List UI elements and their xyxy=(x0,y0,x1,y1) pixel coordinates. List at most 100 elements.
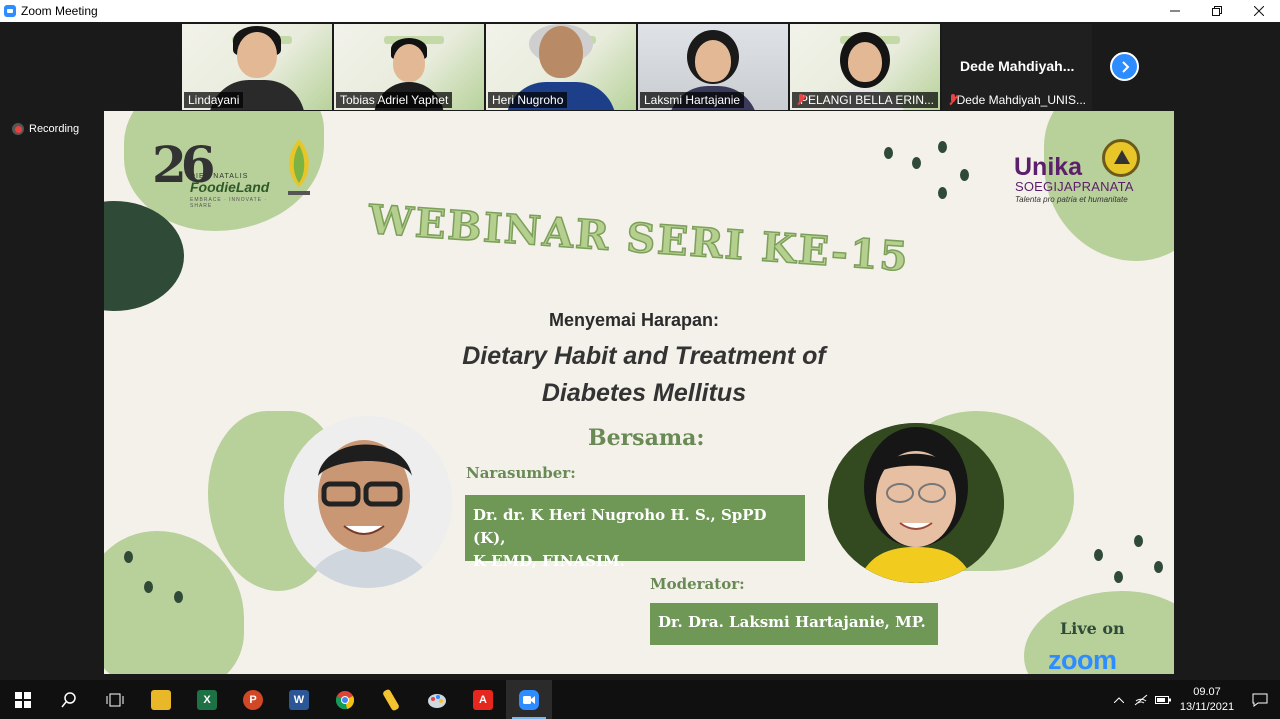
paint-icon xyxy=(428,693,446,708)
network-button[interactable] xyxy=(1130,680,1152,719)
logo-subname: SOEGIJAPRANATA xyxy=(1015,179,1134,194)
participant-name: Tobias Adriel Yaphet xyxy=(336,92,453,108)
recording-indicator[interactable]: Recording xyxy=(12,123,79,135)
speaker-photo xyxy=(284,416,452,588)
search-button[interactable] xyxy=(46,680,92,719)
shared-screen: 26 DIES NATALIS FoodieLand EMBRACE · INN… xyxy=(104,111,1174,674)
decorative-dot xyxy=(938,187,947,199)
minimize-button[interactable] xyxy=(1154,0,1196,22)
participant-name: Dede Mahdiyah_UNIS... xyxy=(944,92,1090,108)
wifi-icon xyxy=(1134,694,1148,705)
word-icon: W xyxy=(289,689,309,710)
chevron-right-icon xyxy=(1121,60,1129,73)
notification-icon xyxy=(1252,693,1268,707)
decorative-dot xyxy=(884,147,893,159)
sticky-app-icon xyxy=(382,687,400,712)
moderator-box: Dr. Dra. Laksmi Hartajanie, MP. xyxy=(650,603,938,645)
participant-face xyxy=(539,26,583,78)
decorative-dot xyxy=(174,591,183,603)
participant-face xyxy=(848,42,882,82)
chrome-button[interactable] xyxy=(322,680,368,719)
search-icon xyxy=(61,691,76,707)
live-on-label: Live on xyxy=(1060,619,1125,638)
participant-name: Heri Nugroho xyxy=(488,92,568,108)
start-icon xyxy=(15,691,31,708)
bersama-heading: Bersama: xyxy=(588,425,705,451)
slide-subtitle: Menyemai Harapan: xyxy=(548,310,720,330)
next-page-button[interactable] xyxy=(1110,52,1139,81)
task-view-icon xyxy=(106,693,124,706)
powerpoint-button[interactable]: P xyxy=(230,680,276,719)
acrobat-button[interactable]: A xyxy=(460,680,506,719)
logo-name: Unika xyxy=(1014,153,1083,181)
chevron-up-icon xyxy=(1114,696,1124,703)
decorative-dot xyxy=(912,157,921,169)
window-controls xyxy=(1154,0,1280,22)
excel-button[interactable]: X xyxy=(184,680,230,719)
meeting-area: Lindayani Tobias Adriel Yaphet Heri Nugr… xyxy=(0,22,1280,680)
close-icon xyxy=(1254,6,1264,16)
participant-video[interactable]: Lindayani xyxy=(182,24,332,110)
university-seal-icon xyxy=(1102,139,1140,177)
participant-name: PELANGI BELLA ERIN... xyxy=(792,92,938,108)
participant-name: Lindayani xyxy=(184,92,244,108)
battery-icon xyxy=(1155,695,1171,704)
participant-display-name: Dede Mahdiyah... xyxy=(960,58,1075,74)
task-view-button[interactable] xyxy=(92,680,138,719)
file-explorer-icon xyxy=(151,689,171,710)
participant-video-active-speaker[interactable]: Tobias Adriel Yaphet xyxy=(334,24,484,110)
restore-button[interactable] xyxy=(1196,0,1238,22)
decorative-dot xyxy=(1134,535,1143,547)
participant-face xyxy=(695,40,731,82)
participant-video[interactable]: Heri Nugroho xyxy=(486,24,636,110)
acrobat-icon: A xyxy=(473,689,493,710)
decorative-dot xyxy=(1154,561,1163,573)
decorative-dot xyxy=(938,141,947,153)
topic-line1: Dietary Habit and Treatment of xyxy=(462,342,826,370)
decorative-dot xyxy=(960,169,969,181)
participant-video[interactable]: Laksmi Hartajanie xyxy=(638,24,788,110)
participant-strip: Lindayani Tobias Adriel Yaphet Heri Nugr… xyxy=(182,24,1092,110)
decorative-dot xyxy=(1094,549,1103,561)
show-hidden-icons-button[interactable] xyxy=(1108,680,1130,719)
excel-icon: X xyxy=(197,689,217,710)
battery-button[interactable] xyxy=(1152,680,1174,719)
participant-video[interactable]: PELANGI BELLA ERIN... xyxy=(790,24,940,110)
moderator-label: Moderator: xyxy=(650,575,745,593)
speaker-name-line2: K-EMD, FINASIM. xyxy=(473,552,625,570)
decorative-dot xyxy=(144,581,153,593)
participant-name-text: Lindayani xyxy=(188,93,240,107)
speaker-box: Dr. dr. K Heri Nugroho H. S., SpPD (K), … xyxy=(465,495,805,570)
zoom-wordmark: zoom xyxy=(1048,645,1117,674)
participant-name: Laksmi Hartajanie xyxy=(640,92,745,108)
mic-muted-icon xyxy=(796,94,803,106)
zoom-taskbar-button[interactable] xyxy=(506,680,552,719)
decorative-dot xyxy=(124,551,133,563)
clock-time: 09.07 xyxy=(1193,685,1221,698)
participant-video-off[interactable]: Dede Mahdiyah... Dede Mahdiyah_UNIS... xyxy=(942,24,1092,110)
window-title: Zoom Meeting xyxy=(21,4,98,18)
unika-logo: Unika SOEGIJAPRANATA Talenta pro patria … xyxy=(1014,137,1144,207)
minimize-icon xyxy=(1170,10,1180,12)
participant-name-text: PELANGI BELLA ERIN... xyxy=(799,93,934,107)
restore-icon xyxy=(1212,6,1222,16)
participant-name-text: Dede Mahdiyah_UNIS... xyxy=(956,93,1086,107)
start-button[interactable] xyxy=(0,680,46,719)
participant-face xyxy=(393,44,425,82)
paint-button[interactable] xyxy=(414,680,460,719)
clock-date: 13/11/2021 xyxy=(1179,700,1235,713)
logo-motto: Talenta pro patria et humanitate xyxy=(1015,195,1128,204)
window-titlebar: Zoom Meeting xyxy=(0,0,1280,22)
clock[interactable]: 09.07 13/11/2021 xyxy=(1174,685,1240,715)
mic-muted-icon xyxy=(948,94,955,106)
powerpoint-icon: P xyxy=(243,689,263,710)
notifications-button[interactable] xyxy=(1240,680,1280,719)
moderator-portrait xyxy=(828,423,1004,583)
word-button[interactable]: W xyxy=(276,680,322,719)
speaker-name-line1: Dr. dr. K Heri Nugroho H. S., SpPD (K), xyxy=(473,506,767,547)
sticky-app-button[interactable] xyxy=(368,680,414,719)
close-button[interactable] xyxy=(1238,0,1280,22)
file-explorer-button[interactable] xyxy=(138,680,184,719)
camera-icon xyxy=(523,695,535,704)
topic-line2: Diabetes Mellitus xyxy=(541,379,747,407)
